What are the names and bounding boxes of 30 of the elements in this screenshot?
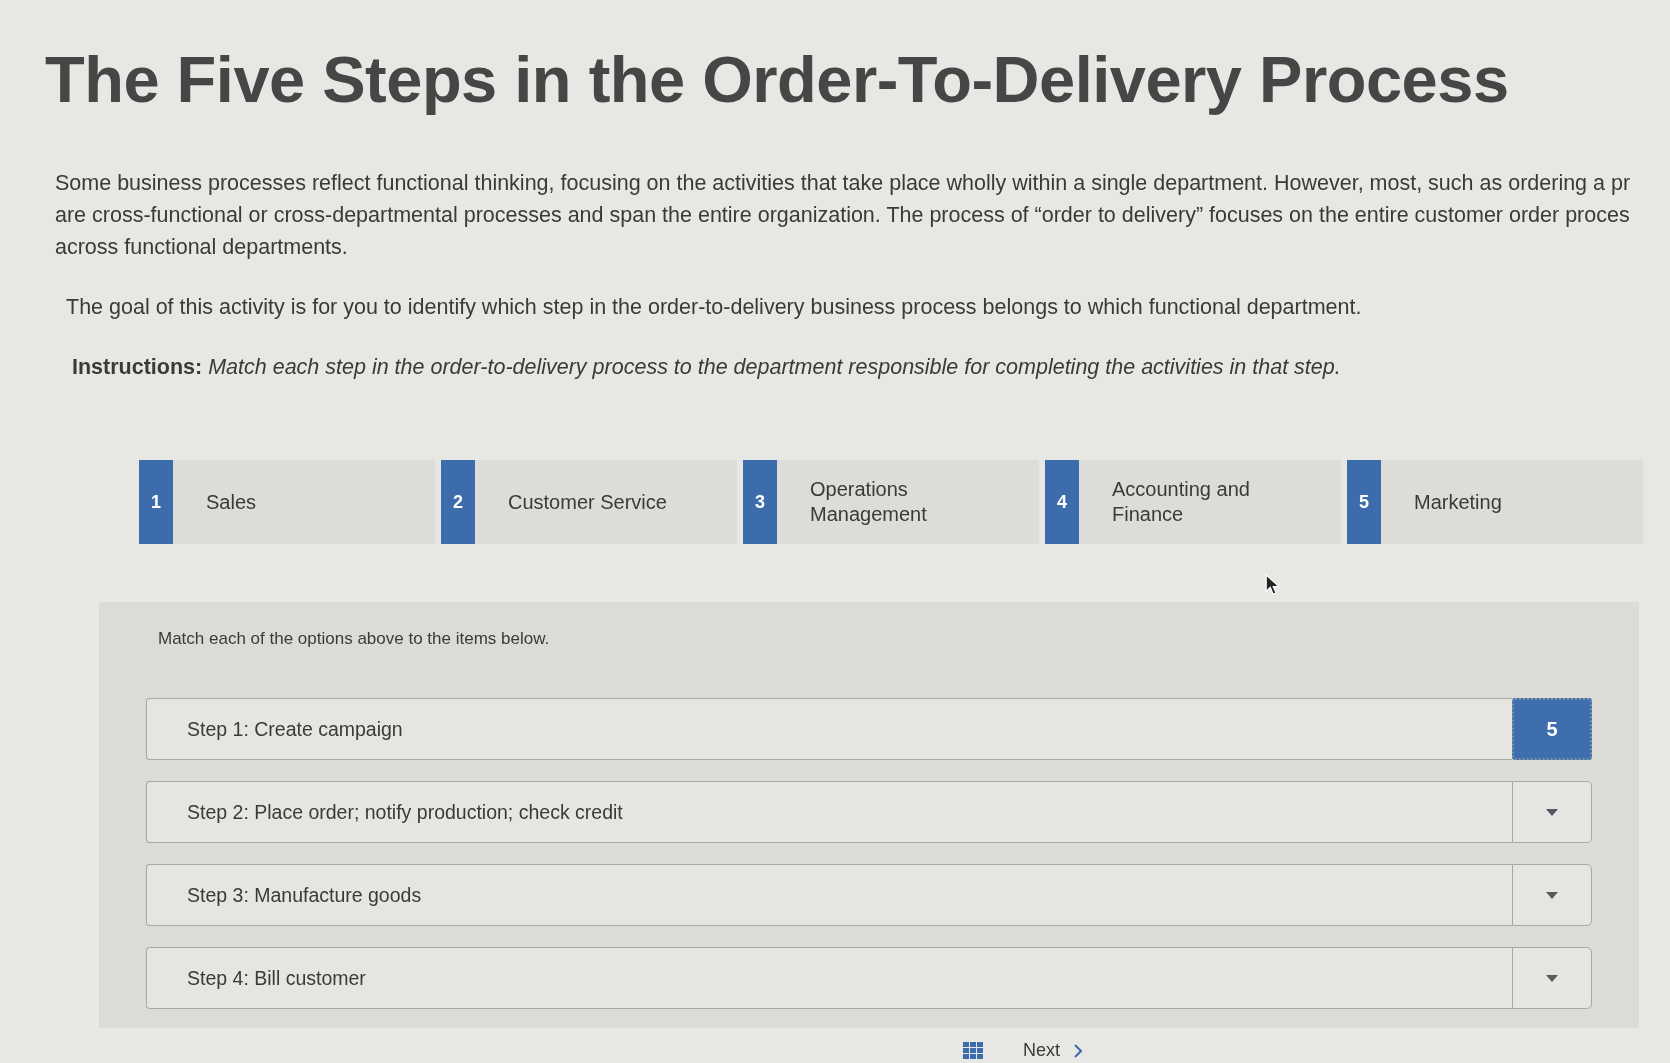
step-item: Step 2: Place order; notify production; check credit (146, 781, 1512, 843)
instructions-text: Instructions: Match each step in the order-to-delivery process to the department responsible for completing the activities in that step. (72, 354, 1341, 381)
option-card[interactable]: 5 Marketing (1347, 460, 1643, 544)
step-item: Step 1: Create campaign (146, 698, 1512, 760)
caret-down-icon (1546, 808, 1558, 816)
chevron-right-icon (1074, 1043, 1082, 1058)
answer-dropdown[interactable] (1512, 781, 1592, 843)
option-card[interactable]: 3 Operations Management (743, 460, 1039, 544)
intro-paragraph: Some business processes reflect functional thinking, focusing on the activities that take place wholly within a single department. However, most, such as ordering a pr are cross-functional or cross-departmental processes and span the entire organization. The process of “order to delivery” focuses on the entire customer order proces across functional departments. (55, 170, 1631, 261)
number-badge: 2 (441, 460, 475, 544)
goal-paragraph: The goal of this activity is for you to identify which step in the order-to-delivery business process belongs to which functional department. (66, 294, 1362, 321)
caret-down-icon (1546, 974, 1558, 982)
answer-chip[interactable]: 5 (1512, 698, 1592, 760)
number-badge: 4 (1045, 460, 1079, 544)
option-card[interactable]: 2 Customer Service (441, 460, 737, 544)
caret-down-icon (1546, 891, 1558, 899)
next-link[interactable]: Next (1023, 1040, 1082, 1061)
number-badge: 1 (139, 460, 173, 544)
page-title: The Five Steps in the Order-To-Delivery Process (45, 42, 1509, 118)
grid-icon[interactable] (963, 1042, 983, 1059)
number-badge: 5 (1347, 460, 1381, 544)
step-item: Step 4: Bill customer (146, 947, 1512, 1009)
answer-dropdown[interactable] (1512, 864, 1592, 926)
cursor-icon (1265, 574, 1279, 596)
option-card[interactable]: 1 Sales (139, 460, 435, 544)
number-badge: 3 (743, 460, 777, 544)
answer-dropdown[interactable] (1512, 947, 1592, 1009)
option-card[interactable]: 4 Accounting and Finance (1045, 460, 1341, 544)
step-item: Step 3: Manufacture goods (146, 864, 1512, 926)
prompt-text: Match each of the options above to the items below. (158, 628, 550, 650)
